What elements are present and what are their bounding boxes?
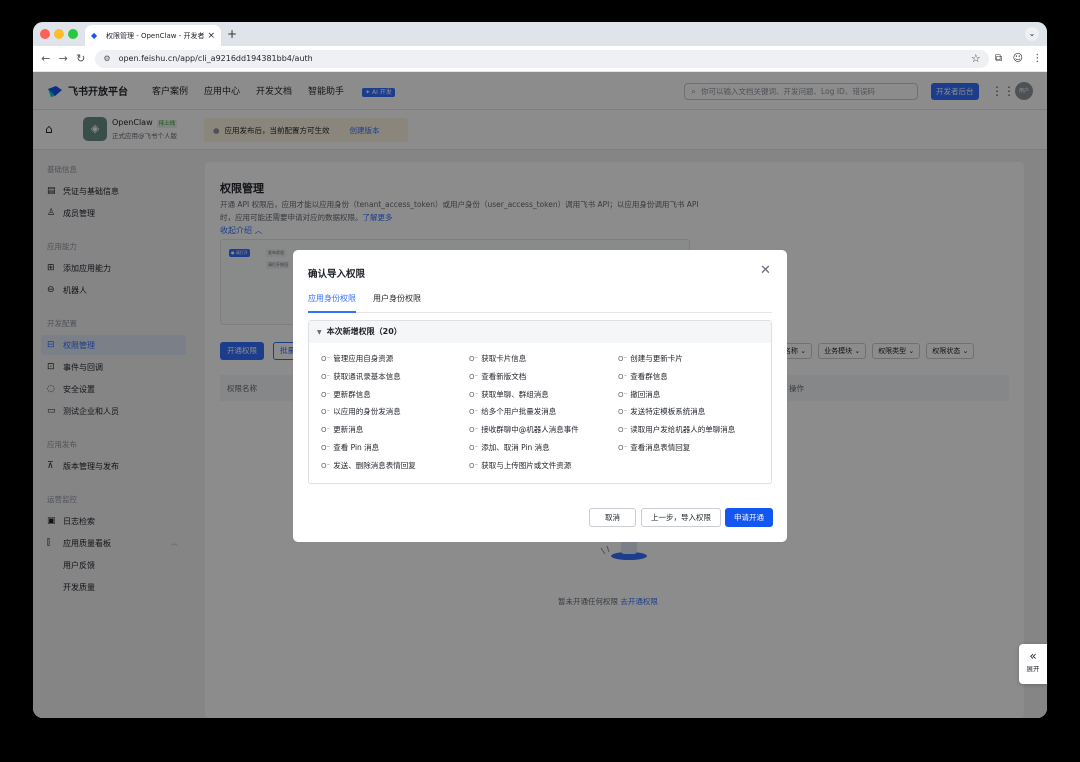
permission-item: O⁻ 查看 Pin 消息 — [321, 442, 469, 454]
dialog-title: 确认导入权限 — [308, 269, 366, 280]
new-tab-button[interactable]: + — [227, 27, 237, 41]
browser-tab-bar: ◆ 权限管理 - OpenClaw - 开发者 × + ⌄ — [33, 22, 1047, 46]
permission-grid: O⁻ 管理应用自身资源 O⁻ 获取卡片信息 O⁻ 创建与更新卡片 O⁻ 获取通讯录基本信息 O⁻… — [321, 353, 765, 472]
url-text: open.feishu.cn/app/cli_a9216dd194381bb4/… — [118, 54, 313, 63]
permission-item: O⁻ 管理应用自身资源 — [321, 353, 469, 365]
profile-icon[interactable]: ☺ — [1008, 53, 1027, 64]
browser-window: ◆ 权限管理 - OpenClaw - 开发者 × + ⌄ ← → ↻ ⚙ op… — [33, 22, 1047, 718]
permission-item: O⁻ 创建与更新卡片 — [618, 353, 765, 365]
forward-icon[interactable]: → — [54, 52, 71, 65]
confirm-import-dialog: 确认导入权限 ✕ 应用身份权限 用户身份权限 ▼ 本次新增权限（20） O⁻ 管理应… — [293, 250, 787, 542]
cancel-button[interactable]: 取消 — [589, 508, 636, 527]
tab-search-icon[interactable]: ⌄ — [1025, 27, 1039, 41]
permission-label: 获取卡片信息 — [481, 354, 527, 363]
key-icon: O⁻ — [321, 426, 331, 435]
key-icon: O⁻ — [321, 355, 331, 363]
key-icon: O⁻ — [321, 461, 331, 470]
permission-label: 查看群信息 — [630, 371, 668, 381]
permission-item: O⁻ 撤回消息 — [618, 389, 765, 401]
permission-label: 以应用的身份发消息 — [333, 407, 401, 417]
previous-step-button[interactable]: 上一步，导入权限 — [641, 508, 721, 527]
tab-close-icon[interactable]: × — [207, 31, 215, 41]
key-icon: O⁻ — [469, 426, 479, 435]
permission-list-box: ▼ 本次新增权限（20） O⁻ 管理应用自身资源 O⁻ 获取卡片信息 O⁻ 创建与更新卡片 O… — [308, 320, 772, 484]
key-icon: O⁻ — [618, 390, 628, 399]
permission-item: O⁻ 发送特定模板系统消息 — [618, 406, 765, 418]
permission-label: 读取用户发给机器人的单聊消息 — [630, 425, 736, 435]
permission-item: O⁻ 以应用的身份发消息 — [321, 406, 469, 418]
site-settings-icon[interactable]: ⚙ — [103, 54, 110, 63]
permission-label: 接收群聊中@机器人消息事件 — [481, 425, 579, 435]
minimize-window-button[interactable] — [54, 29, 64, 39]
permission-item: O⁻ 更新消息 — [321, 424, 469, 436]
permission-label: 查看新版文档 — [481, 371, 527, 381]
permission-item: O⁻ 查看群信息 — [618, 371, 765, 383]
permission-label: 发送、删除消息表情回复 — [333, 460, 416, 470]
back-icon[interactable]: ← — [37, 52, 54, 65]
key-icon: O⁻ — [469, 408, 479, 417]
permission-item: O⁻ 获取与上传图片或文件资源 — [469, 460, 618, 472]
key-icon: O⁻ — [321, 408, 331, 417]
maximize-window-button[interactable] — [68, 29, 78, 39]
browser-tab[interactable]: ◆ 权限管理 - OpenClaw - 开发者 × — [85, 25, 221, 46]
permission-label: 获取单聊、群组消息 — [481, 389, 549, 399]
key-icon: O⁻ — [618, 408, 628, 417]
close-icon[interactable]: ✕ — [760, 263, 771, 278]
caret-down-icon: ▼ — [317, 329, 322, 336]
permission-label: 更新消息 — [333, 425, 364, 435]
permission-item: O⁻ 获取单聊、群组消息 — [469, 389, 618, 401]
key-icon: O⁻ — [321, 390, 331, 399]
permission-label: 创建与更新卡片 — [630, 354, 683, 363]
key-icon: O⁻ — [469, 461, 479, 470]
permission-label: 更新群信息 — [333, 389, 371, 399]
key-icon: O⁻ — [321, 372, 331, 381]
permission-label: 撤回消息 — [630, 389, 661, 399]
close-window-button[interactable] — [40, 29, 50, 39]
url-bar[interactable]: ⚙ open.feishu.cn/app/cli_a9216dd194381bb… — [95, 49, 989, 68]
expand-label: 展开 — [1026, 665, 1040, 673]
permission-label: 查看 Pin 消息 — [333, 442, 380, 452]
permission-label: 获取通讯录基本信息 — [333, 371, 401, 381]
permission-label: 查看消息表情回复 — [630, 442, 691, 452]
key-icon: O⁻ — [469, 443, 479, 452]
key-icon: O⁻ — [469, 390, 479, 399]
permission-item: O⁻ 发送、删除消息表情回复 — [321, 460, 469, 472]
apply-button[interactable]: 申请开通 — [725, 508, 773, 527]
browser-menu-icon[interactable]: ⋮ — [1028, 53, 1047, 64]
reload-icon[interactable]: ↻ — [72, 52, 89, 65]
permission-label: 给多个用户批量发消息 — [481, 407, 557, 417]
permission-item: O⁻ 更新群信息 — [321, 389, 469, 401]
tab-user-identity[interactable]: 用户身份权限 — [373, 293, 421, 313]
key-icon: O⁻ — [321, 443, 331, 452]
permission-label: 管理应用自身资源 — [333, 354, 394, 363]
tab-title: 权限管理 - OpenClaw - 开发者 — [106, 31, 205, 40]
permission-label: 获取与上传图片或文件资源 — [481, 460, 572, 470]
double-chevron-left-icon: « — [1029, 649, 1037, 663]
key-icon: O⁻ — [618, 355, 628, 363]
permission-item: O⁻ 查看新版文档 — [469, 371, 618, 383]
permission-label: 添加、取消 Pin 消息 — [481, 442, 550, 452]
permission-item: O⁻ 获取通讯录基本信息 — [321, 371, 469, 383]
key-icon: O⁻ — [469, 355, 479, 363]
permission-item: O⁻ 接收群聊中@机器人消息事件 — [469, 424, 618, 436]
key-icon: O⁻ — [618, 372, 628, 381]
section-title: 本次新增权限（20） — [326, 327, 402, 336]
tab-app-identity[interactable]: 应用身份权限 — [308, 293, 356, 313]
address-toolbar: ← → ↻ ⚙ open.feishu.cn/app/cli_a9216dd19… — [33, 46, 1047, 72]
feishu-favicon-icon: ◆ — [91, 30, 98, 40]
expand-panel-button[interactable]: « 展开 — [1019, 644, 1047, 684]
permission-label: 发送特定模板系统消息 — [630, 407, 706, 417]
permission-item: O⁻ 读取用户发给机器人的单聊消息 — [618, 424, 765, 436]
key-icon: O⁻ — [618, 443, 628, 452]
permission-item: O⁻ 获取卡片信息 — [469, 353, 618, 365]
bookmark-star-icon[interactable]: ☆ — [971, 52, 981, 65]
permission-item: O⁻ 添加、取消 Pin 消息 — [469, 442, 618, 454]
extensions-icon[interactable]: ⧉ — [989, 53, 1008, 64]
key-icon: O⁻ — [469, 372, 479, 381]
permission-item: O⁻ 查看消息表情回复 — [618, 442, 765, 454]
key-icon: O⁻ — [618, 426, 628, 435]
permission-section-header[interactable]: ▼ 本次新增权限（20） — [309, 321, 771, 343]
permission-item: O⁻ 给多个用户批量发消息 — [469, 406, 618, 418]
dialog-tabs: 应用身份权限 用户身份权限 — [308, 293, 772, 313]
